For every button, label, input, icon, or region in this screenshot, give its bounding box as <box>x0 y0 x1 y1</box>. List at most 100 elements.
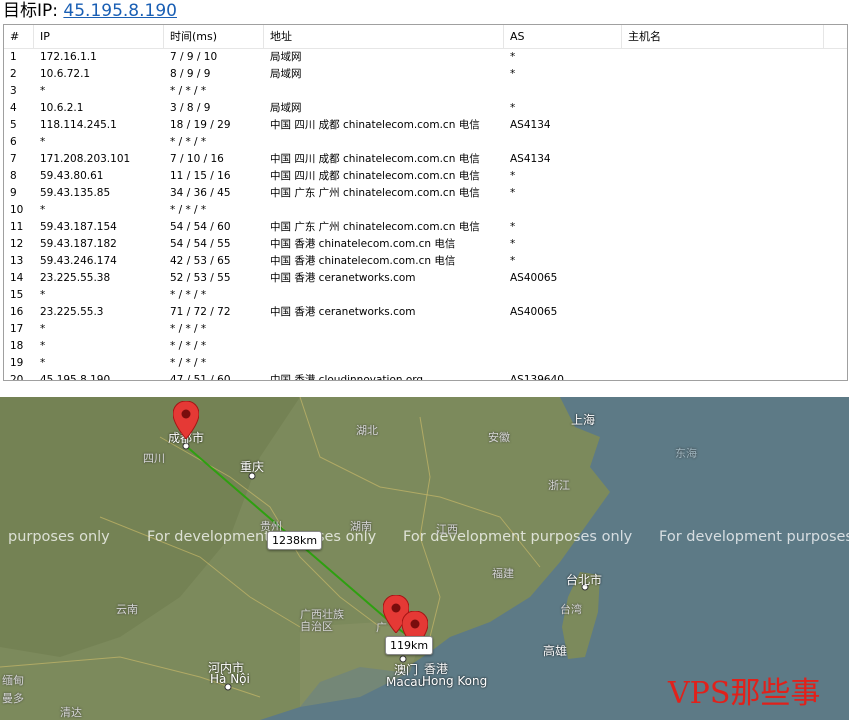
cell-hostname <box>622 134 824 151</box>
col-header-hostname[interactable]: 主机名 <box>622 25 824 48</box>
cell-time: 42 / 53 / 65 <box>170 255 231 267</box>
cell-time: 18 / 19 / 29 <box>170 119 231 131</box>
cell-address: 中国 香港 cloudinnovation.org <box>270 374 424 381</box>
table-row[interactable]: 1 172.16.1.1 7 / 9 / 10 局域网 * <box>4 49 847 66</box>
traceroute-table[interactable]: # IP 时间(ms) 地址 AS 主机名 1 172.16.1.1 7 / 9 /… <box>3 24 848 381</box>
table-row[interactable]: 15 * * / * / * <box>4 287 847 304</box>
cell-time: 34 / 36 / 45 <box>170 187 231 199</box>
cell-ip: * <box>40 340 46 352</box>
table-row[interactable]: 17 * * / * / * <box>4 321 847 338</box>
cell-ip: * <box>40 323 46 335</box>
cell-time: 47 / 51 / 60 <box>170 374 231 381</box>
cell-hop: 15 <box>10 289 24 301</box>
label-chongqing: 重庆 <box>240 460 265 474</box>
cell-hostname <box>622 338 824 355</box>
cell-address <box>264 338 504 355</box>
route-map[interactable]: purposes only For development purposes o… <box>0 397 849 720</box>
cell-as: AS4134 <box>510 153 551 165</box>
table-row[interactable]: 6 * * / * / * <box>4 134 847 151</box>
cell-as: * <box>510 102 516 114</box>
cell-ip: 171.208.203.101 <box>40 153 131 165</box>
label-anhui: 安徽 <box>488 431 510 444</box>
cell-ip: 118.114.245.1 <box>40 119 117 131</box>
col-header-as[interactable]: AS <box>504 25 622 48</box>
table-row[interactable]: 11 59.43.187.154 54 / 54 / 60 中国 广东 广州 chin… <box>4 219 847 236</box>
cell-time: * / * / * <box>170 136 207 148</box>
cell-ip: 10.6.72.1 <box>40 68 91 80</box>
col-header-address[interactable]: 地址 <box>264 25 504 48</box>
cell-time: * / * / * <box>170 340 207 352</box>
cell-time: 11 / 15 / 16 <box>170 170 231 182</box>
cell-ip: 23.225.55.3 <box>40 306 104 318</box>
table-row[interactable]: 4 10.6.2.1 3 / 8 / 9 局域网 * <box>4 100 847 117</box>
label-sichuan: 四川 <box>143 452 165 465</box>
map-pin-chengdu[interactable] <box>173 401 199 439</box>
table-row[interactable]: 19 * * / * / * <box>4 355 847 372</box>
cell-address <box>264 287 504 304</box>
table-row[interactable]: 9 59.43.135.85 34 / 36 / 45 中国 广东 广州 chinat… <box>4 185 847 202</box>
label-hunan: 湖南 <box>350 520 372 533</box>
label-taiwan: 台湾 <box>560 603 582 616</box>
target-ip-label: 目标IP: <box>3 1 58 21</box>
cell-hop: 11 <box>10 221 24 233</box>
table-row[interactable]: 10 * * / * / * <box>4 202 847 219</box>
cell-address: 中国 四川 成都 chinatelecom.com.cn 电信 <box>270 119 480 131</box>
cell-hostname <box>622 270 824 287</box>
cell-hostname <box>622 185 824 202</box>
cell-hop: 18 <box>10 340 24 352</box>
col-header-time[interactable]: 时间(ms) <box>164 25 264 48</box>
dev-watermark-tail: For development purposes o <box>659 529 849 545</box>
table-row[interactable]: 14 23.225.55.38 52 / 53 / 55 中国 香港 ceranetw… <box>4 270 847 287</box>
table-row[interactable]: 2 10.6.72.1 8 / 9 / 9 局域网 * <box>4 66 847 83</box>
cell-ip: * <box>40 85 46 97</box>
target-ip-bar: 目标IP: 45.195.8.190 <box>0 0 849 22</box>
table-row[interactable]: 16 23.225.55.3 71 / 72 / 72 中国 香港 ceranetwo… <box>4 304 847 321</box>
cell-address: 中国 香港 chinatelecom.com.cn 电信 <box>270 238 456 250</box>
cell-address <box>264 202 504 219</box>
table-row[interactable]: 20 45.195.8.190 47 / 51 / 60 中国 香港 cloudinn… <box>4 372 847 381</box>
table-row[interactable]: 5 118.114.245.1 18 / 19 / 29 中国 四川 成都 china… <box>4 117 847 134</box>
cell-as: * <box>510 187 516 199</box>
table-row[interactable]: 18 * * / * / * <box>4 338 847 355</box>
label-hanoi: Hà Nội <box>210 672 250 686</box>
cell-hostname <box>622 83 824 100</box>
cell-ip: * <box>40 136 46 148</box>
cell-hop: 13 <box>10 255 24 267</box>
col-header-ip[interactable]: IP <box>34 25 164 48</box>
cell-hostname <box>622 49 824 66</box>
label-hk: Hong Kong <box>422 674 488 688</box>
cell-address: 中国 四川 成都 chinatelecom.com.cn 电信 <box>270 153 480 165</box>
table-body: 1 172.16.1.1 7 / 9 / 10 局域网 * 2 10.6.72.1 8 / 9… <box>4 49 847 381</box>
cell-hop: 19 <box>10 357 24 369</box>
cell-time: 54 / 54 / 60 <box>170 221 231 233</box>
table-header: # IP 时间(ms) 地址 AS 主机名 <box>4 25 847 49</box>
label-guangxi: 广西壮族 自治区 <box>300 608 344 633</box>
table-row[interactable]: 7 171.208.203.101 7 / 10 / 16 中国 四川 成都 chin… <box>4 151 847 168</box>
cell-time: 52 / 53 / 55 <box>170 272 231 284</box>
cell-as: * <box>510 51 516 63</box>
table-row[interactable]: 3 * * / * / * <box>4 83 847 100</box>
cell-ip: 59.43.187.154 <box>40 221 117 233</box>
cell-hop: 16 <box>10 306 24 318</box>
table-row[interactable]: 12 59.43.187.182 54 / 54 / 55 中国 香港 chinate… <box>4 236 847 253</box>
cell-hop: 12 <box>10 238 24 250</box>
cell-hostname <box>622 304 824 321</box>
cell-as: * <box>510 170 516 182</box>
cell-address: 中国 四川 成都 chinatelecom.com.cn 电信 <box>270 170 480 182</box>
cell-hop: 7 <box>10 153 17 165</box>
table-row[interactable]: 13 59.43.246.174 42 / 53 / 65 中国 香港 chinate… <box>4 253 847 270</box>
cell-hostname <box>622 100 824 117</box>
cell-as: AS40065 <box>510 272 558 284</box>
distance-label-2: 119km <box>385 636 434 655</box>
target-ip-link[interactable]: 45.195.8.190 <box>63 1 177 21</box>
cell-hop: 20 <box>10 374 24 381</box>
col-header-hop[interactable]: # <box>4 25 34 48</box>
cell-ip: 59.43.187.182 <box>40 238 117 250</box>
cell-address: 中国 广东 广州 chinatelecom.com.cn 电信 <box>270 187 480 199</box>
table-row[interactable]: 8 59.43.80.61 11 / 15 / 16 中国 四川 成都 chinate… <box>4 168 847 185</box>
cell-ip: 59.43.246.174 <box>40 255 117 267</box>
cell-address: 中国 香港 ceranetworks.com <box>270 306 416 318</box>
cell-time: 54 / 54 / 55 <box>170 238 231 250</box>
cell-hop: 1 <box>10 51 17 63</box>
cell-ip: 172.16.1.1 <box>40 51 97 63</box>
